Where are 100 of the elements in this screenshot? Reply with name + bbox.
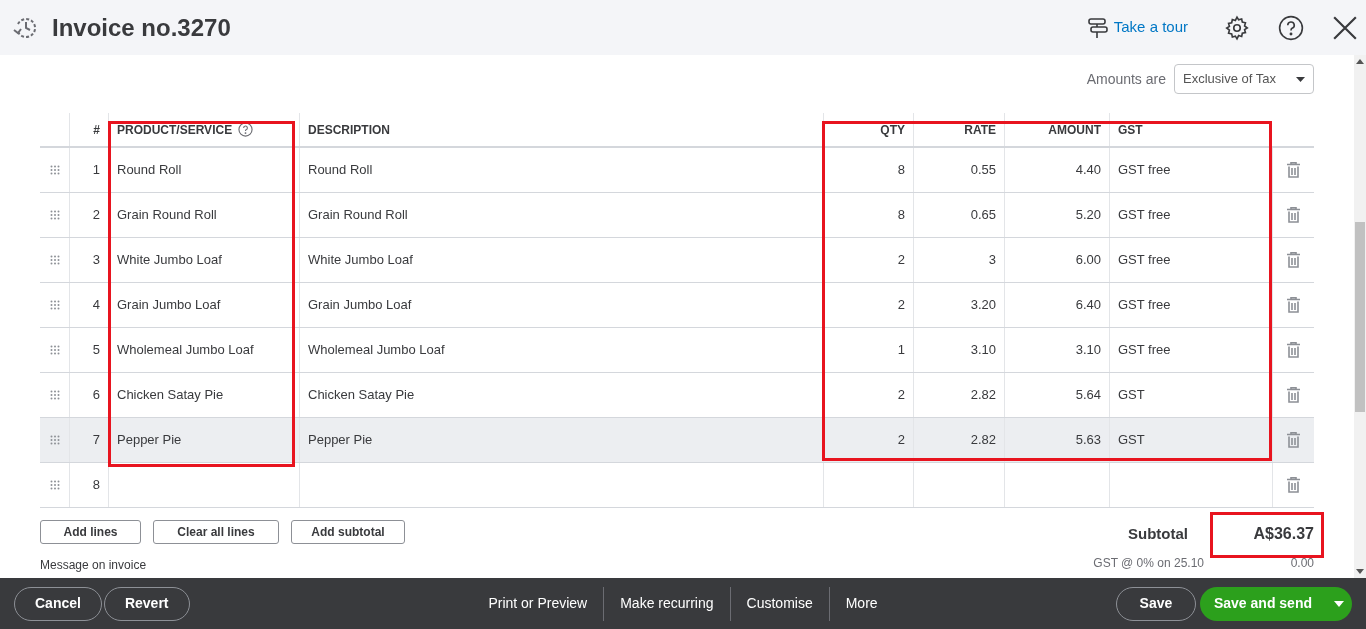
rate-cell[interactable]: 0.55 xyxy=(970,160,996,180)
drag-handle-icon[interactable] xyxy=(49,480,60,490)
trash-icon[interactable] xyxy=(1287,297,1300,313)
description-cell[interactable]: Grain Jumbo Loaf xyxy=(308,295,412,315)
amount-cell[interactable]: 5.64 xyxy=(1075,385,1101,405)
tax-dropdown[interactable]: Exclusive of Tax xyxy=(1174,64,1314,94)
scrollbar[interactable] xyxy=(1354,55,1366,578)
line-number: 7 xyxy=(92,431,100,450)
dropdown-caret-icon xyxy=(1296,76,1305,82)
product-cell[interactable]: Round Roll xyxy=(117,160,182,180)
caret-icon[interactable] xyxy=(1334,600,1344,607)
subtotal-label: Subtotal xyxy=(1127,523,1189,544)
gst-cell[interactable]: GST xyxy=(1118,385,1145,405)
qty-cell[interactable]: 2 xyxy=(897,250,905,270)
drag-handle-icon[interactable] xyxy=(49,345,60,355)
drag-handle-icon[interactable] xyxy=(49,165,60,175)
drag-handle-icon[interactable] xyxy=(49,255,60,265)
qty-cell[interactable]: 2 xyxy=(897,295,905,315)
description-cell[interactable]: Chicken Satay Pie xyxy=(308,385,415,405)
subtotal-value: A$36.37 xyxy=(1252,524,1314,544)
line-number: 2 xyxy=(92,206,100,225)
table-row[interactable]: 4 Grain Jumbo Loaf Grain Jumbo Loaf 2 3.20 6.40 GST free xyxy=(40,283,1314,328)
column-header[interactable]: PRODUCT/SERVICE xyxy=(117,120,233,139)
trash-icon[interactable] xyxy=(1287,207,1300,223)
trash-icon[interactable] xyxy=(1287,162,1300,178)
trash-icon[interactable] xyxy=(1287,252,1300,268)
message-label: Message on invoice xyxy=(40,557,148,574)
product-cell[interactable]: Chicken Satay Pie xyxy=(117,385,224,405)
column-header[interactable]: # xyxy=(93,120,100,139)
scrollbar-thumb[interactable] xyxy=(1355,221,1365,412)
gst-cell[interactable]: GST free xyxy=(1118,160,1171,180)
settings-icon[interactable] xyxy=(1224,14,1250,41)
qty-cell[interactable]: 1 xyxy=(897,340,905,360)
table-row[interactable]: 3 White Jumbo Loaf White Jumbo Loaf 2 3 6.00 GST free xyxy=(40,238,1314,283)
footer-link[interactable]: More xyxy=(829,593,894,614)
qty-cell[interactable]: 2 xyxy=(897,385,905,405)
signpost-icon xyxy=(1085,15,1110,40)
column-header[interactable]: AMOUNT xyxy=(1048,120,1101,139)
qty-cell[interactable]: 2 xyxy=(897,430,905,450)
amount-cell[interactable]: 4.40 xyxy=(1075,160,1101,180)
amount-cell[interactable]: 6.40 xyxy=(1075,295,1101,315)
scroll-up-icon[interactable] xyxy=(1356,59,1364,64)
rate-cell[interactable]: 3 xyxy=(988,250,996,270)
gst-cell[interactable]: GST free xyxy=(1118,250,1171,270)
product-cell[interactable]: Pepper Pie xyxy=(117,430,182,450)
trash-icon[interactable] xyxy=(1287,432,1300,448)
gst-cell[interactable]: GST free xyxy=(1118,340,1171,360)
drag-handle-icon[interactable] xyxy=(49,435,60,445)
column-header[interactable]: GST xyxy=(1118,120,1143,139)
rate-cell[interactable]: 3.10 xyxy=(970,340,996,360)
product-cell[interactable]: Grain Round Roll xyxy=(117,205,217,225)
column-header[interactable]: RATE xyxy=(964,120,996,139)
description-cell[interactable]: Pepper Pie xyxy=(308,430,373,450)
amount-cell[interactable]: 5.20 xyxy=(1075,205,1101,225)
trash-icon[interactable] xyxy=(1287,342,1300,358)
gst-cell[interactable]: GST free xyxy=(1118,205,1171,225)
product-cell[interactable]: Wholemeal Jumbo Loaf xyxy=(117,340,254,360)
product-cell[interactable]: Grain Jumbo Loaf xyxy=(117,295,221,315)
footer-link[interactable]: Customise xyxy=(730,593,829,614)
table-row[interactable]: 7 Pepper Pie Pepper Pie 2 2.82 5.63 GST xyxy=(40,418,1314,463)
trash-icon[interactable] xyxy=(1287,387,1300,403)
rate-cell[interactable]: 3.20 xyxy=(970,295,996,315)
rate-cell[interactable]: 2.82 xyxy=(970,430,996,450)
qty-cell[interactable]: 8 xyxy=(897,160,905,180)
table-row[interactable]: 2 Grain Round Roll Grain Round Roll 8 0.65 5.20 GST free xyxy=(40,193,1314,238)
take-a-tour-link[interactable]: Take a tour xyxy=(1085,15,1188,40)
table-row[interactable]: 5 Wholemeal Jumbo Loaf Wholemeal Jumbo Loaf 1 3.10 3.10 GST free xyxy=(40,328,1314,373)
drag-handle-icon[interactable] xyxy=(49,210,60,220)
help-icon[interactable] xyxy=(1278,14,1304,41)
table-row[interactable]: 8 xyxy=(40,463,1314,508)
gst-cell[interactable]: GST xyxy=(1118,430,1145,450)
action-button[interactable]: Add subtotal xyxy=(291,520,405,544)
footer-link[interactable]: Make recurring xyxy=(604,593,730,614)
trash-icon[interactable] xyxy=(1287,477,1300,493)
help-icon[interactable] xyxy=(238,122,254,137)
scroll-down-icon[interactable] xyxy=(1356,569,1364,574)
action-button[interactable]: Clear all lines xyxy=(153,520,279,544)
qty-cell[interactable]: 8 xyxy=(897,205,905,225)
table-row[interactable]: 6 Chicken Satay Pie Chicken Satay Pie 2 2.82 5.64 GST xyxy=(40,373,1314,418)
description-cell[interactable]: Round Roll xyxy=(308,160,373,180)
column-header[interactable]: QTY xyxy=(880,120,905,139)
amount-cell[interactable]: 6.00 xyxy=(1075,250,1101,270)
drag-handle-icon[interactable] xyxy=(49,390,60,400)
line-number: 4 xyxy=(92,296,100,315)
column-header[interactable]: DESCRIPTION xyxy=(308,120,390,139)
description-cell[interactable]: Wholemeal Jumbo Loaf xyxy=(308,340,445,360)
description-cell[interactable]: White Jumbo Loaf xyxy=(308,250,413,270)
drag-handle-icon[interactable] xyxy=(49,300,60,310)
gst-cell[interactable]: GST free xyxy=(1118,295,1171,315)
footer-link[interactable]: Print or Preview xyxy=(472,593,604,614)
description-cell[interactable]: Grain Round Roll xyxy=(308,205,408,225)
amount-cell[interactable]: 5.63 xyxy=(1075,430,1101,450)
close-icon[interactable] xyxy=(1332,14,1358,41)
table-row[interactable]: 1 Round Roll Round Roll 8 0.55 4.40 GST free xyxy=(40,148,1314,193)
amount-cell[interactable]: 3.10 xyxy=(1075,340,1101,360)
action-button[interactable]: Add lines xyxy=(40,520,141,544)
rate-cell[interactable]: 2.82 xyxy=(970,385,996,405)
product-cell[interactable]: White Jumbo Loaf xyxy=(117,250,222,270)
tax-label: GST @ 0% on 25.10 xyxy=(1093,555,1205,572)
rate-cell[interactable]: 0.65 xyxy=(970,205,996,225)
